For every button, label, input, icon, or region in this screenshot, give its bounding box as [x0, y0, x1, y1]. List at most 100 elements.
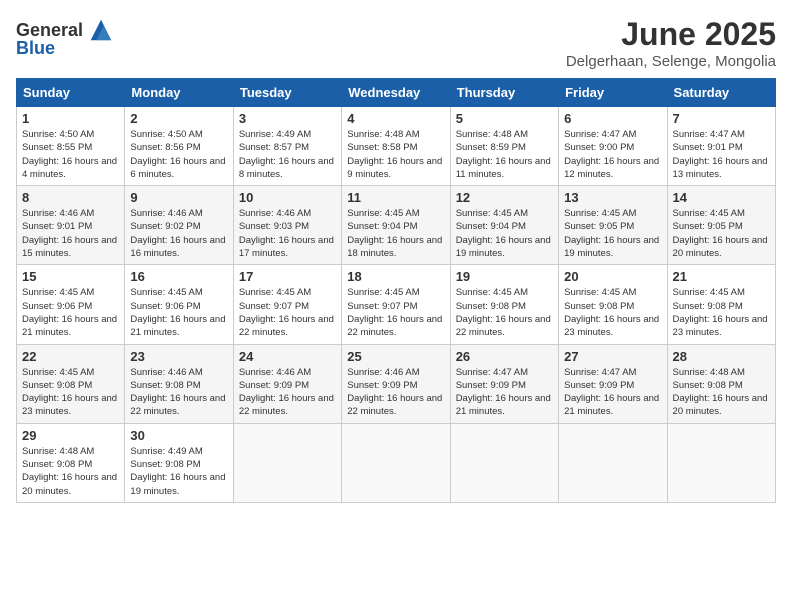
logo-icon — [87, 16, 115, 44]
month-title: June 2025 — [566, 16, 776, 53]
day-info: Sunrise: 4:46 AMSunset: 9:03 PMDaylight:… — [239, 207, 336, 260]
logo: General Blue — [16, 16, 115, 59]
table-row: 25 Sunrise: 4:46 AMSunset: 9:09 PMDayligh… — [342, 344, 450, 423]
day-number: 19 — [456, 269, 553, 284]
table-row: 30 Sunrise: 4:49 AMSunset: 9:08 PMDayligh… — [125, 423, 233, 502]
title-area: June 2025 Delgerhaan, Selenge, Mongolia — [566, 16, 776, 70]
table-row: 8 Sunrise: 4:46 AMSunset: 9:01 PMDaylight… — [17, 186, 125, 265]
table-row: 6 Sunrise: 4:47 AMSunset: 9:00 PMDaylight… — [559, 107, 667, 186]
day-info: Sunrise: 4:45 AMSunset: 9:07 PMDaylight:… — [239, 286, 336, 339]
table-row — [450, 423, 558, 502]
day-info: Sunrise: 4:45 AMSunset: 9:04 PMDaylight:… — [347, 207, 444, 260]
day-number: 17 — [239, 269, 336, 284]
day-number: 20 — [564, 269, 661, 284]
table-row: 27 Sunrise: 4:47 AMSunset: 9:09 PMDayligh… — [559, 344, 667, 423]
day-number: 28 — [673, 349, 770, 364]
table-row: 2 Sunrise: 4:50 AMSunset: 8:56 PMDaylight… — [125, 107, 233, 186]
day-info: Sunrise: 4:45 AMSunset: 9:07 PMDaylight:… — [347, 286, 444, 339]
table-row — [667, 423, 775, 502]
day-number: 25 — [347, 349, 444, 364]
day-info: Sunrise: 4:47 AMSunset: 9:00 PMDaylight:… — [564, 128, 661, 181]
table-row: 1 Sunrise: 4:50 AMSunset: 8:55 PMDaylight… — [17, 107, 125, 186]
day-number: 15 — [22, 269, 119, 284]
header-saturday: Saturday — [667, 79, 775, 107]
day-info: Sunrise: 4:48 AMSunset: 9:08 PMDaylight:… — [22, 445, 119, 498]
table-row: 28 Sunrise: 4:48 AMSunset: 9:08 PMDayligh… — [667, 344, 775, 423]
day-info: Sunrise: 4:46 AMSunset: 9:01 PMDaylight:… — [22, 207, 119, 260]
header-tuesday: Tuesday — [233, 79, 341, 107]
day-info: Sunrise: 4:47 AMSunset: 9:09 PMDaylight:… — [564, 366, 661, 419]
day-number: 9 — [130, 190, 227, 205]
table-row: 14Sunrise: 4:45 AMSunset: 9:05 PMDayligh… — [667, 186, 775, 265]
table-row: 22 Sunrise: 4:45 AMSunset: 9:08 PMDayligh… — [17, 344, 125, 423]
table-row: 21Sunrise: 4:45 AMSunset: 9:08 PMDayligh… — [667, 265, 775, 344]
weekday-header-row: Sunday Monday Tuesday Wednesday Thursday… — [17, 79, 776, 107]
day-number: 5 — [456, 111, 553, 126]
day-number: 16 — [130, 269, 227, 284]
day-info: Sunrise: 4:46 AMSunset: 9:02 PMDaylight:… — [130, 207, 227, 260]
table-row — [342, 423, 450, 502]
table-row: 10Sunrise: 4:46 AMSunset: 9:03 PMDayligh… — [233, 186, 341, 265]
day-info: Sunrise: 4:48 AMSunset: 9:08 PMDaylight:… — [673, 366, 770, 419]
day-info: Sunrise: 4:45 AMSunset: 9:04 PMDaylight:… — [456, 207, 553, 260]
table-row: 9 Sunrise: 4:46 AMSunset: 9:02 PMDaylight… — [125, 186, 233, 265]
day-number: 26 — [456, 349, 553, 364]
day-info: Sunrise: 4:49 AMSunset: 8:57 PMDaylight:… — [239, 128, 336, 181]
day-number: 29 — [22, 428, 119, 443]
table-row: 3 Sunrise: 4:49 AMSunset: 8:57 PMDaylight… — [233, 107, 341, 186]
day-info: Sunrise: 4:47 AMSunset: 9:01 PMDaylight:… — [673, 128, 770, 181]
calendar-row: 29 Sunrise: 4:48 AMSunset: 9:08 PMDayligh… — [17, 423, 776, 502]
day-number: 8 — [22, 190, 119, 205]
header-monday: Monday — [125, 79, 233, 107]
day-info: Sunrise: 4:48 AMSunset: 8:59 PMDaylight:… — [456, 128, 553, 181]
calendar-table: Sunday Monday Tuesday Wednesday Thursday… — [16, 78, 776, 503]
table-row: 11 Sunrise: 4:45 AMSunset: 9:04 PMDayligh… — [342, 186, 450, 265]
day-number: 11 — [347, 190, 444, 205]
day-number: 24 — [239, 349, 336, 364]
day-info: Sunrise: 4:46 AMSunset: 9:08 PMDaylight:… — [130, 366, 227, 419]
table-row: 13 Sunrise: 4:45 AMSunset: 9:05 PMDayligh… — [559, 186, 667, 265]
day-number: 2 — [130, 111, 227, 126]
header-thursday: Thursday — [450, 79, 558, 107]
header-sunday: Sunday — [17, 79, 125, 107]
day-number: 12 — [456, 190, 553, 205]
day-info: Sunrise: 4:46 AMSunset: 9:09 PMDaylight:… — [347, 366, 444, 419]
day-number: 23 — [130, 349, 227, 364]
calendar-row: 22 Sunrise: 4:45 AMSunset: 9:08 PMDayligh… — [17, 344, 776, 423]
day-number: 3 — [239, 111, 336, 126]
day-number: 22 — [22, 349, 119, 364]
table-row: 24Sunrise: 4:46 AMSunset: 9:09 PMDayligh… — [233, 344, 341, 423]
day-info: Sunrise: 4:45 AMSunset: 9:08 PMDaylight:… — [22, 366, 119, 419]
table-row: 20 Sunrise: 4:45 AMSunset: 9:08 PMDayligh… — [559, 265, 667, 344]
day-info: Sunrise: 4:45 AMSunset: 9:05 PMDaylight:… — [673, 207, 770, 260]
day-info: Sunrise: 4:49 AMSunset: 9:08 PMDaylight:… — [130, 445, 227, 498]
day-number: 18 — [347, 269, 444, 284]
day-info: Sunrise: 4:45 AMSunset: 9:06 PMDaylight:… — [130, 286, 227, 339]
day-info: Sunrise: 4:45 AMSunset: 9:08 PMDaylight:… — [456, 286, 553, 339]
header: General Blue June 2025 Delgerhaan, Selen… — [16, 16, 776, 70]
day-number: 4 — [347, 111, 444, 126]
calendar-row: 8 Sunrise: 4:46 AMSunset: 9:01 PMDaylight… — [17, 186, 776, 265]
table-row — [559, 423, 667, 502]
day-number: 1 — [22, 111, 119, 126]
location-title: Delgerhaan, Selenge, Mongolia — [566, 53, 776, 70]
day-info: Sunrise: 4:48 AMSunset: 8:58 PMDaylight:… — [347, 128, 444, 181]
day-number: 27 — [564, 349, 661, 364]
table-row: 18 Sunrise: 4:45 AMSunset: 9:07 PMDayligh… — [342, 265, 450, 344]
table-row: 19 Sunrise: 4:45 AMSunset: 9:08 PMDayligh… — [450, 265, 558, 344]
table-row: 17 Sunrise: 4:45 AMSunset: 9:07 PMDayligh… — [233, 265, 341, 344]
calendar-row: 1 Sunrise: 4:50 AMSunset: 8:55 PMDaylight… — [17, 107, 776, 186]
day-number: 7 — [673, 111, 770, 126]
day-number: 6 — [564, 111, 661, 126]
table-row: 4 Sunrise: 4:48 AMSunset: 8:58 PMDaylight… — [342, 107, 450, 186]
table-row: 7 Sunrise: 4:47 AMSunset: 9:01 PMDaylight… — [667, 107, 775, 186]
table-row: 16 Sunrise: 4:45 AMSunset: 9:06 PMDayligh… — [125, 265, 233, 344]
day-info: Sunrise: 4:45 AMSunset: 9:05 PMDaylight:… — [564, 207, 661, 260]
day-info: Sunrise: 4:45 AMSunset: 9:08 PMDaylight:… — [673, 286, 770, 339]
day-info: Sunrise: 4:50 AMSunset: 8:56 PMDaylight:… — [130, 128, 227, 181]
day-info: Sunrise: 4:45 AMSunset: 9:08 PMDaylight:… — [564, 286, 661, 339]
day-number: 30 — [130, 428, 227, 443]
day-info: Sunrise: 4:50 AMSunset: 8:55 PMDaylight:… — [22, 128, 119, 181]
day-info: Sunrise: 4:47 AMSunset: 9:09 PMDaylight:… — [456, 366, 553, 419]
day-number: 13 — [564, 190, 661, 205]
